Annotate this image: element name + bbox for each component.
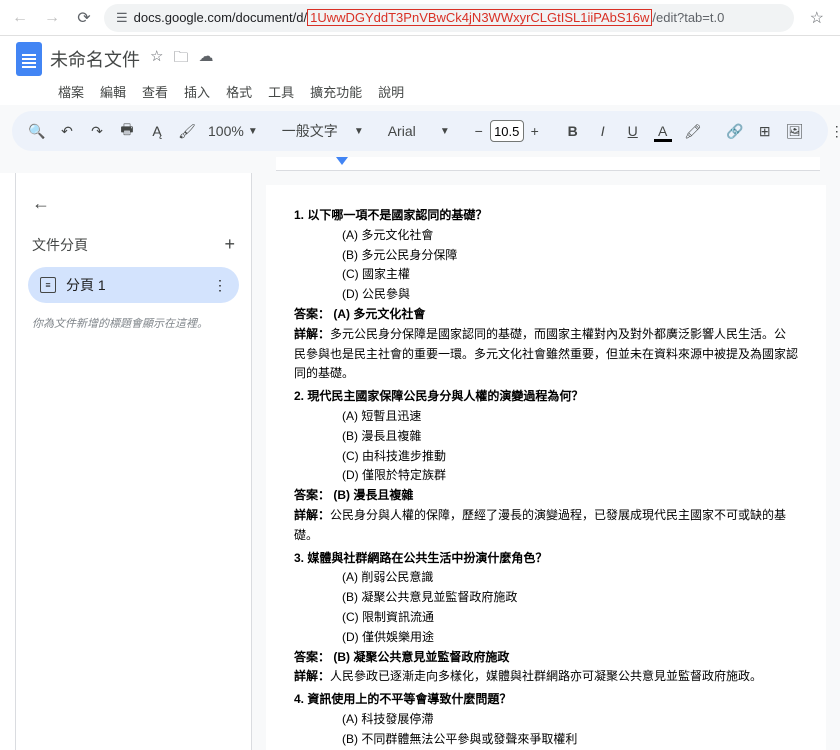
url-domain: docs.google.com/document/d/	[134, 10, 307, 25]
more-tools-button[interactable]: ⋮	[824, 118, 840, 144]
menu-edit[interactable]: 編輯	[94, 78, 132, 105]
print-button[interactable]: 🖶	[114, 118, 140, 144]
move-icon[interactable]: 🗀	[173, 47, 188, 72]
menu-file[interactable]: 檔案	[52, 78, 90, 105]
q2-answer: 答案： (B) 漫長且複雜	[294, 486, 798, 506]
outline-header: 文件分頁 +	[28, 234, 239, 267]
star-icon[interactable]: ☆	[150, 47, 163, 72]
outline-back-button[interactable]: ←	[28, 189, 239, 218]
document-area[interactable]: 1. 以下哪一項不是國家認同的基礎？ (A) 多元文化社會 (B) 多元公民身分…	[252, 173, 840, 750]
q2-explanation: 詳解：公民身分與人權的保障，歷經了漫長的演變過程，已發展成現代民主國家不可或缺的…	[294, 506, 798, 546]
outline-panel: ← 文件分頁 + ≡ 分頁 1 ⋮ 你為文件新增的標題會顯示在這裡。	[16, 173, 252, 750]
q1-option-b: (B) 多元公民身分保障	[294, 246, 798, 266]
vertical-ruler[interactable]	[0, 173, 16, 750]
q2-option-a: (A) 短暫且迅速	[294, 407, 798, 427]
horizontal-ruler[interactable]	[16, 157, 840, 173]
forward-button[interactable]: →	[40, 6, 64, 30]
bookmark-star-icon[interactable]: ☆	[802, 8, 832, 28]
italic-button[interactable]: I	[590, 118, 616, 144]
insert-link-button[interactable]: 🔗	[722, 118, 748, 144]
q2-title: 2. 現代民主國家保障公民身分與人權的演變過程為何？	[294, 387, 798, 407]
menu-bar: 檔案 編輯 查看 插入 格式 工具 擴充功能 說明	[52, 78, 824, 105]
outline-tab-item[interactable]: ≡ 分頁 1 ⋮	[28, 267, 239, 303]
menu-view[interactable]: 查看	[136, 78, 174, 105]
undo-button[interactable]: ↶	[54, 118, 80, 144]
q1-answer: 答案： (A) 多元文化社會	[294, 305, 798, 325]
q3-title: 3. 媒體與社群網路在公共生活中扮演什麼角色？	[294, 549, 798, 569]
outline-tab-label: 分頁 1	[66, 275, 106, 295]
q1-title: 1. 以下哪一項不是國家認同的基礎？	[294, 206, 798, 226]
font-size-decrease[interactable]: −	[470, 122, 488, 140]
underline-button[interactable]: U	[620, 118, 646, 144]
browser-bar: ← → ⟳ ☰ docs.google.com/document/d/1UwwD…	[0, 0, 840, 36]
font-size-increase[interactable]: +	[526, 122, 544, 140]
menu-tools[interactable]: 工具	[262, 78, 300, 105]
font-size-control: − +	[470, 120, 544, 142]
q1-explanation: 詳解：多元公民身分保障是國家認同的基礎，而國家主權對內及對外都廣泛影響人民生活。…	[294, 325, 798, 384]
q3-option-b: (B) 凝聚公共意見並監督政府施政	[294, 588, 798, 608]
menu-help[interactable]: 說明	[372, 78, 410, 105]
font-size-input[interactable]	[490, 120, 524, 142]
add-tab-button[interactable]: +	[224, 234, 235, 255]
toolbar: 🔍 ↶ ↷ 🖶 Ą 🖌 100%▼ 一般文字▼ Arial▼ − + B I U…	[12, 111, 828, 151]
outline-header-label: 文件分頁	[32, 235, 88, 255]
q1-option-a: (A) 多元文化社會	[294, 226, 798, 246]
text-color-button[interactable]: A	[650, 118, 676, 144]
q2-option-c: (C) 由科技進步推動	[294, 447, 798, 467]
q3-option-a: (A) 削弱公民意識	[294, 568, 798, 588]
back-button[interactable]: ←	[8, 6, 32, 30]
url-bar[interactable]: ☰ docs.google.com/document/d/1UwwDGYddT3…	[104, 4, 794, 32]
add-comment-button[interactable]: ⊞	[752, 118, 778, 144]
paragraph-style-select[interactable]: 一般文字▼	[278, 121, 368, 141]
tab-menu-button[interactable]: ⋮	[213, 277, 227, 294]
q3-answer: 答案： (B) 凝聚公共意見並監督政府施政	[294, 648, 798, 668]
q3-option-d: (D) 僅供娛樂用途	[294, 628, 798, 648]
document-page[interactable]: 1. 以下哪一項不是國家認同的基礎？ (A) 多元文化社會 (B) 多元公民身分…	[266, 185, 826, 750]
cloud-icon[interactable]: ☁	[198, 47, 213, 72]
q4-option-a: (A) 科技發展停滯	[294, 710, 798, 730]
q1-option-c: (C) 國家主權	[294, 265, 798, 285]
menu-insert[interactable]: 插入	[178, 78, 216, 105]
insert-image-button[interactable]: 🖼	[782, 118, 808, 144]
site-info-icon: ☰	[116, 10, 128, 26]
outline-hint: 你為文件新增的標題會顯示在這裡。	[28, 315, 239, 331]
menu-extensions[interactable]: 擴充功能	[304, 78, 368, 105]
q2-option-d: (D) 僅限於特定族群	[294, 466, 798, 486]
spellcheck-button[interactable]: Ą	[144, 118, 170, 144]
q3-option-c: (C) 限制資訊流通	[294, 608, 798, 628]
zoom-select[interactable]: 100%▼	[204, 123, 262, 139]
q4-option-b: (B) 不同群體無法公平參與或發聲來爭取權利	[294, 730, 798, 750]
redo-button[interactable]: ↷	[84, 118, 110, 144]
docs-logo-icon[interactable]	[16, 42, 42, 76]
q2-option-b: (B) 漫長且複雜	[294, 427, 798, 447]
menu-format[interactable]: 格式	[220, 78, 258, 105]
docs-header: 未命名文件 ☆ 🗀 ☁ 檔案 編輯 查看 插入 格式 工具 擴充功能 說明	[0, 36, 840, 105]
document-title[interactable]: 未命名文件	[50, 46, 140, 72]
paint-format-button[interactable]: 🖌	[174, 118, 200, 144]
q4-title: 4. 資訊使用上的不平等會導致什麼問題？	[294, 690, 798, 710]
bold-button[interactable]: B	[560, 118, 586, 144]
highlight-color-button[interactable]: 🖍	[680, 118, 706, 144]
main-area: ← 文件分頁 + ≡ 分頁 1 ⋮ 你為文件新增的標題會顯示在這裡。 1. 以下…	[0, 173, 840, 750]
url-doc-id: 1UwwDGYddT3PnVBwCk4jN3WWxyrCLGtISL1iiPAb…	[307, 9, 652, 26]
font-select[interactable]: Arial▼	[384, 123, 454, 139]
search-button[interactable]: 🔍	[24, 118, 50, 144]
url-suffix: /edit?tab=t.0	[652, 10, 724, 25]
tab-icon: ≡	[40, 277, 56, 293]
q1-option-d: (D) 公民參與	[294, 285, 798, 305]
reload-button[interactable]: ⟳	[72, 6, 96, 30]
q3-explanation: 詳解：人民參政已逐漸走向多樣化，媒體與社群網路亦可凝聚公共意見並監督政府施政。	[294, 667, 798, 687]
